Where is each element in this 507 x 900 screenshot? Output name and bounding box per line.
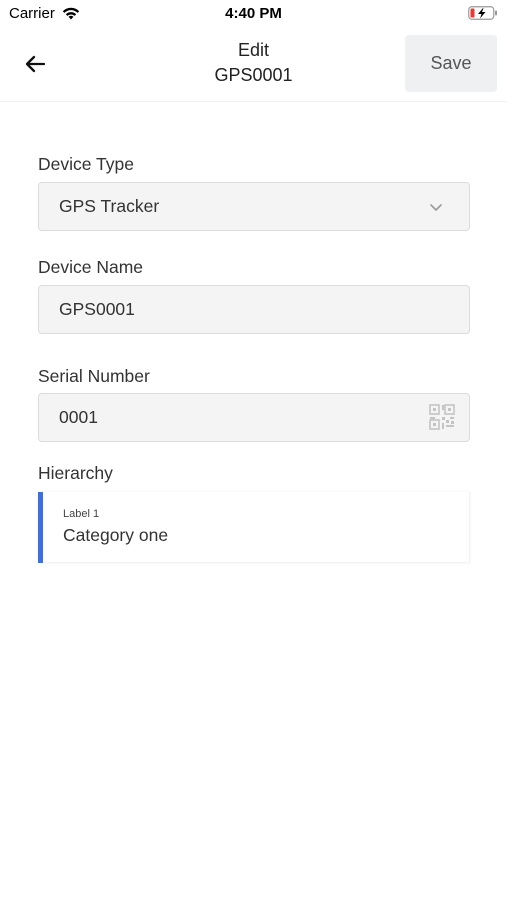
device-name-field[interactable]: GPS0001: [38, 285, 470, 334]
device-type-value: GPS Tracker: [59, 196, 160, 216]
status-time: 4:40 PM: [225, 5, 282, 22]
qr-code-icon[interactable]: [428, 403, 456, 431]
status-bar: Carrier 4:40 PM: [0, 0, 507, 28]
arrow-left-icon: [25, 55, 46, 73]
nav-header: Edit GPS0001 Save: [0, 28, 507, 102]
serial-number-field[interactable]: 0001: [38, 393, 470, 442]
chevron-down-icon: [430, 204, 442, 211]
page-title: Edit GPS0001: [120, 38, 387, 88]
hierarchy-label: Hierarchy: [38, 463, 113, 483]
hierarchy-item-label: Label 1: [63, 508, 100, 520]
save-button[interactable]: Save: [405, 35, 497, 92]
serial-number-label: Serial Number: [38, 366, 150, 386]
hierarchy-item-value: Category one: [63, 525, 169, 545]
page-title-device: GPS0001: [214, 65, 293, 85]
serial-number-value: 0001: [59, 407, 98, 427]
device-name-value: GPS0001: [59, 299, 135, 319]
page-title-action: Edit: [237, 40, 270, 60]
device-type-select[interactable]: GPS Tracker: [38, 182, 470, 231]
hierarchy-accent-bar: [38, 492, 43, 563]
battery-charging-icon: [468, 6, 497, 20]
device-name-label: Device Name: [38, 257, 144, 277]
hierarchy-item[interactable]: Label 1 Category one: [38, 492, 470, 563]
back-button[interactable]: [18, 48, 52, 80]
device-type-label: Device Type: [38, 154, 134, 174]
